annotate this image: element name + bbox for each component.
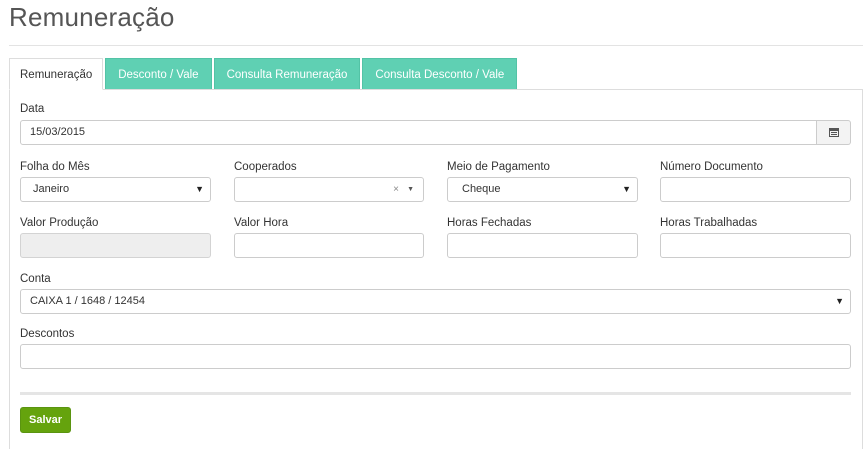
horas-fechadas-input[interactable] [447,233,638,258]
cooperados-label: Cooperados [234,161,297,173]
horas-trabalhadas-input[interactable] [660,233,851,258]
data-label: Data [20,103,45,115]
calendar-button[interactable] [817,120,851,145]
numero-documento-label: Número Documento [660,161,763,173]
cooperados-select[interactable]: × ▼ [234,177,424,202]
tab-desconto-vale[interactable]: Desconto / Vale [105,58,212,90]
chevron-down-icon: ▼ [622,184,631,194]
horas-trabalhadas-label: Horas Trabalhadas [660,217,758,229]
save-button[interactable]: Salvar [20,407,71,433]
title-divider [9,45,863,46]
numero-documento-input[interactable] [660,177,851,202]
calendar-icon [828,128,839,137]
valor-hora-input[interactable] [234,233,424,258]
meio-pagamento-value: Cheque [462,183,501,195]
chevron-down-icon: ▼ [195,184,204,194]
horas-fechadas-label: Horas Fechadas [447,217,532,229]
folha-mes-value: Janeiro [33,183,70,195]
folha-mes-label: Folha do Mês [20,161,90,173]
valor-producao-label: Valor Produção [20,217,99,229]
meio-pagamento-label: Meio de Pagamento [447,161,550,173]
folha-mes-select[interactable]: Janeiro ▼ [20,177,211,202]
chevron-down-icon: ▼ [407,186,414,193]
tab-bar: Remuneração Desconto / Vale Consulta Rem… [9,58,519,90]
clear-icon[interactable]: × [393,178,399,201]
conta-value: CAIXA 1 / 1648 / 12454 [30,295,145,307]
meio-pagamento-select[interactable]: Cheque ▼ [447,177,638,202]
descontos-label: Descontos [20,328,75,340]
tab-consulta-remuneracao[interactable]: Consulta Remuneração [213,58,361,90]
descontos-input[interactable] [20,344,851,369]
data-input[interactable]: 15/03/2015 [20,120,817,145]
page-title: Remuneração [9,2,175,32]
tab-consulta-desconto-vale[interactable]: Consulta Desconto / Vale [362,58,518,90]
tab-remuneracao[interactable]: Remuneração [9,58,104,90]
chevron-down-icon: ▼ [835,296,844,306]
conta-select[interactable]: CAIXA 1 / 1648 / 12454 ▼ [20,289,851,314]
valor-hora-label: Valor Hora [234,217,289,229]
form-divider [20,392,851,395]
conta-label: Conta [20,273,51,285]
valor-producao-input [20,233,211,258]
